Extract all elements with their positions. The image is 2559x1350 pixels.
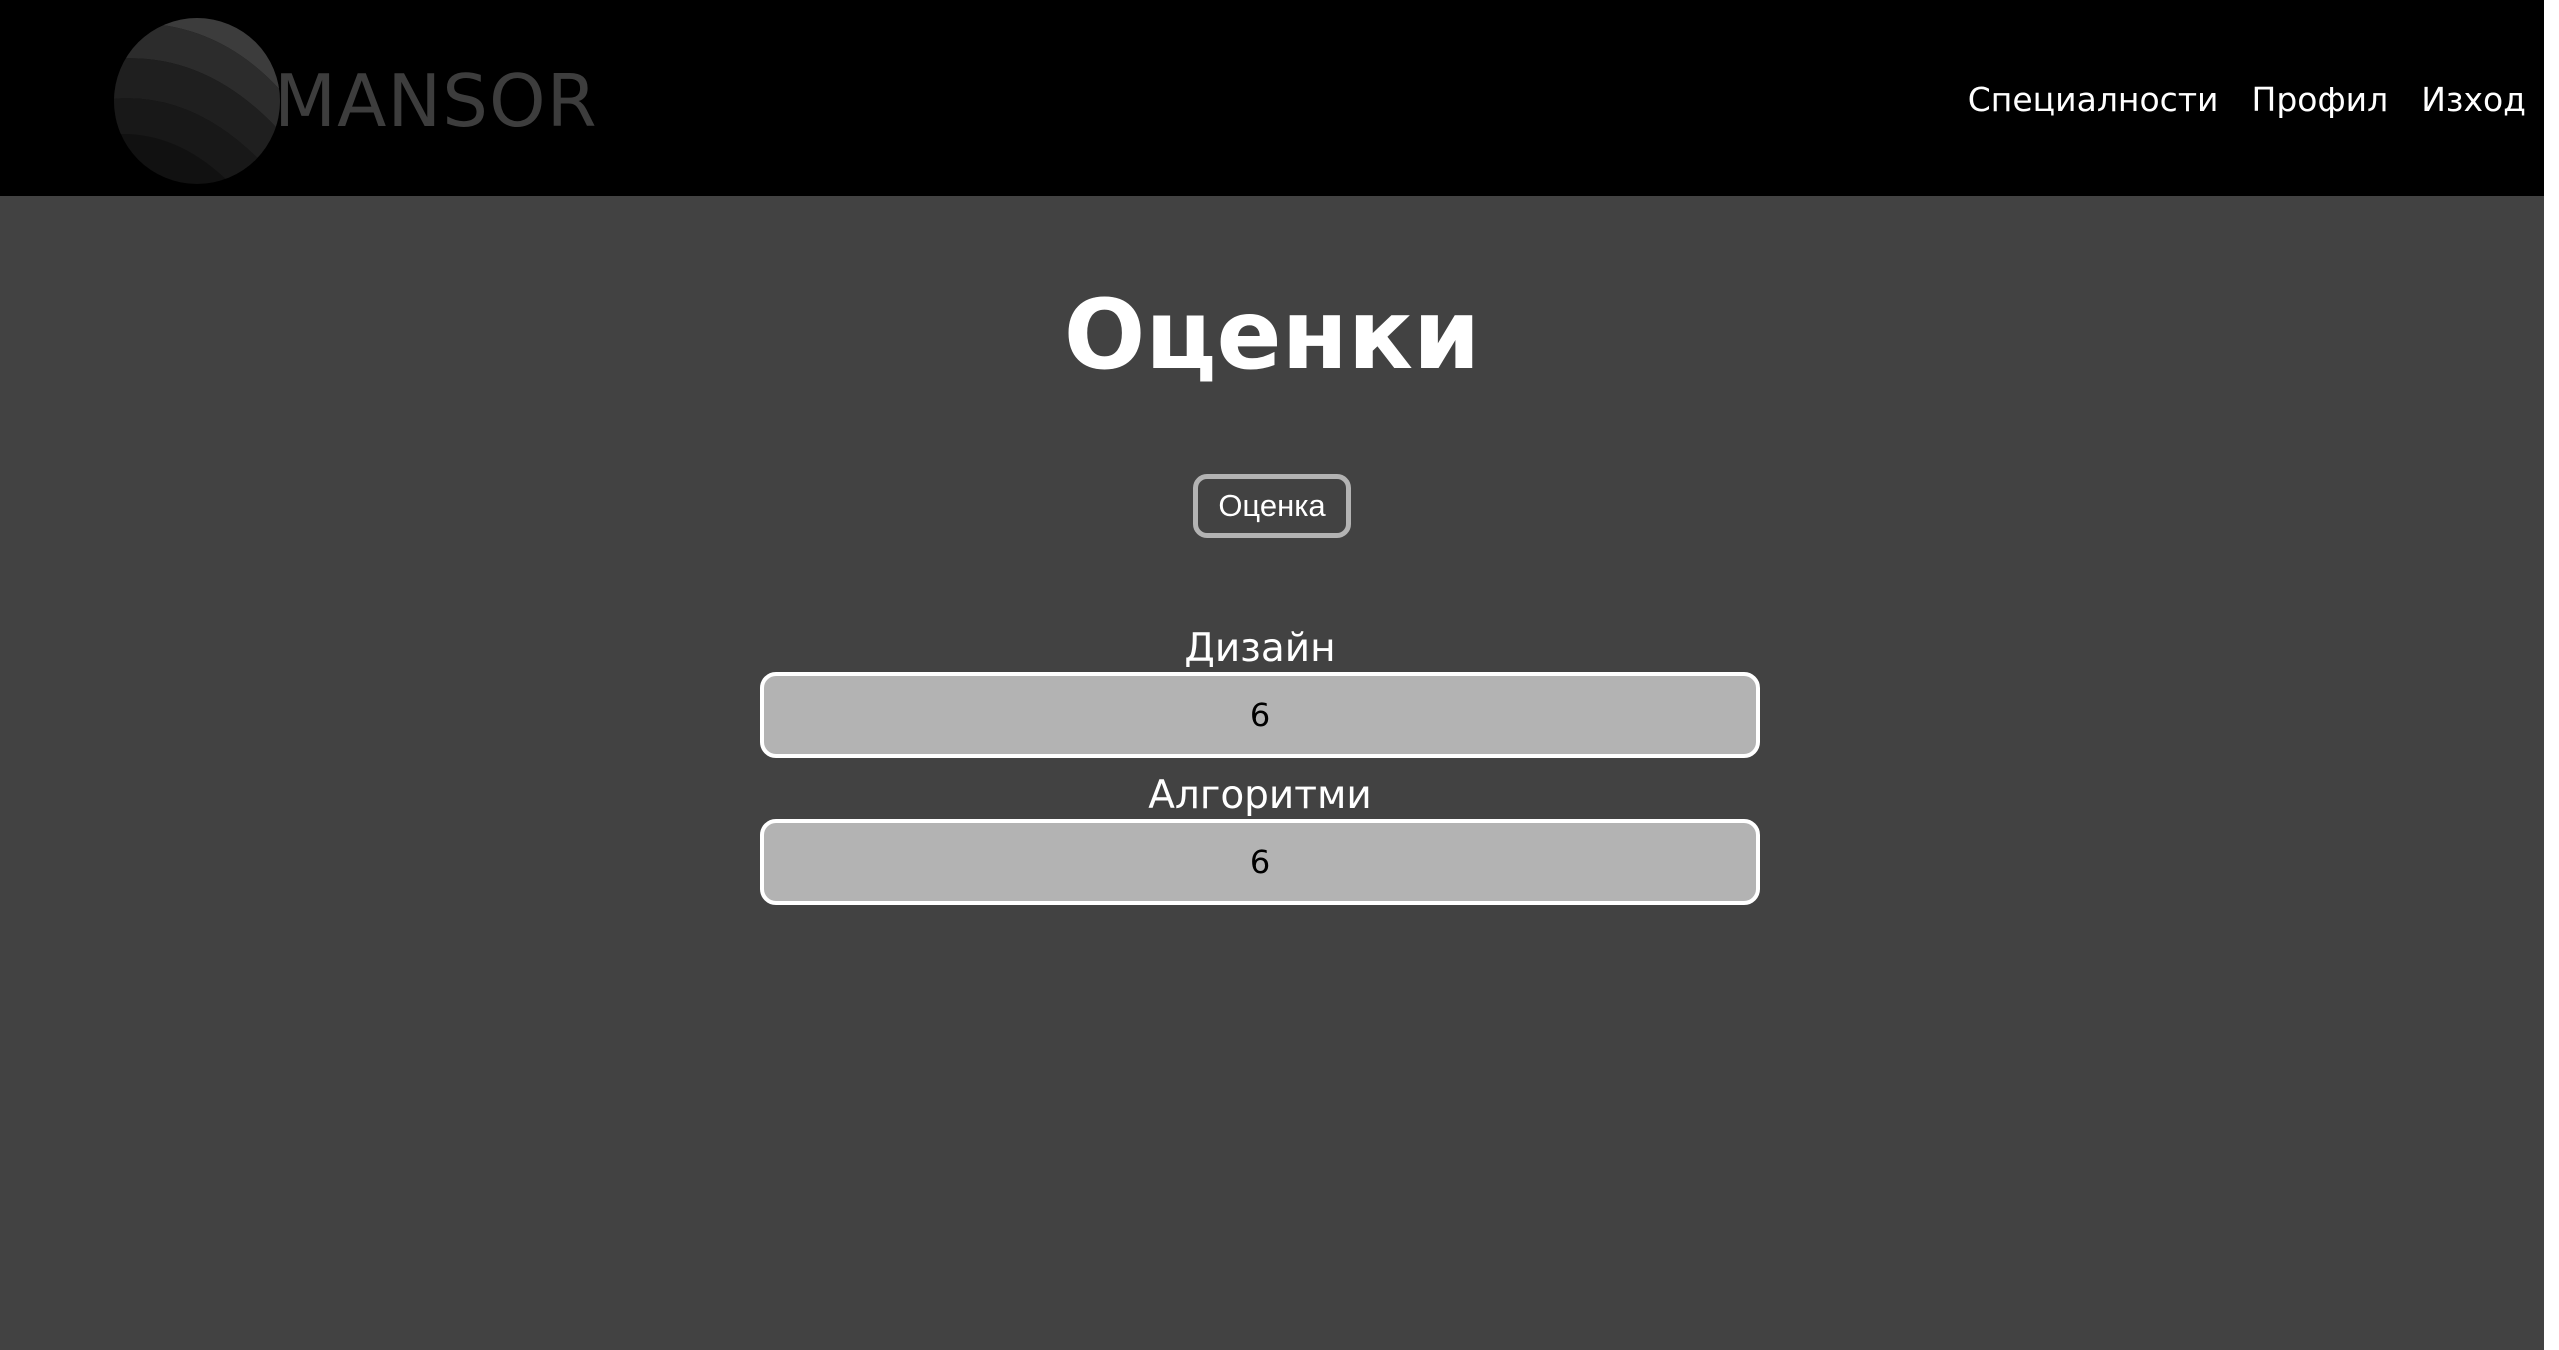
page: MANSOR Специалности Профил Изход Оценки … xyxy=(0,0,2544,1350)
logo-sphere-icon xyxy=(114,18,280,184)
logo-text: MANSOR xyxy=(274,59,598,143)
main-nav: Специалности Профил Изход xyxy=(1968,80,2526,120)
nav-profile-link[interactable]: Профил xyxy=(2252,80,2389,120)
page-title: Оценки xyxy=(1063,279,1481,391)
subject-label: Дизайн xyxy=(1184,626,1336,671)
grade-button-container: Оценка xyxy=(0,474,2544,538)
nav-specialties-link[interactable]: Специалности xyxy=(1968,80,2219,120)
subject-design: Дизайн 6 xyxy=(760,626,1760,758)
scrollbar-gutter xyxy=(2544,0,2559,1350)
nav-logout-link[interactable]: Изход xyxy=(2421,80,2526,120)
grade-field[interactable]: 6 xyxy=(760,672,1760,758)
logo[interactable]: MANSOR xyxy=(108,16,598,186)
site-header: MANSOR Специалности Профил Изход xyxy=(0,0,2544,196)
subject-label: Алгоритми xyxy=(1148,773,1372,818)
grade-field[interactable]: 6 xyxy=(760,819,1760,905)
grade-button[interactable]: Оценка xyxy=(1193,474,1351,538)
subject-algorithms: Алгоритми 6 xyxy=(760,773,1760,905)
